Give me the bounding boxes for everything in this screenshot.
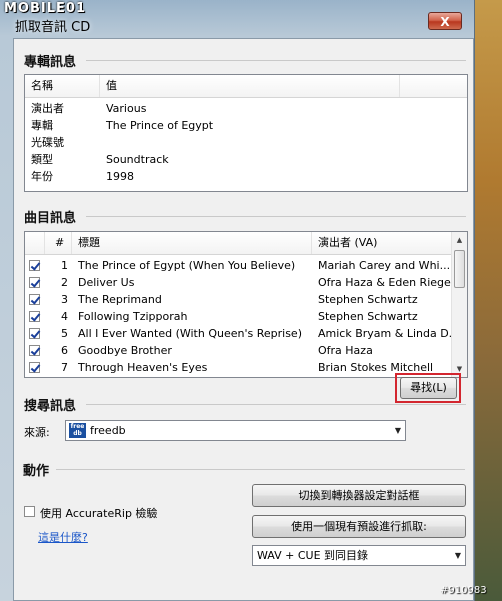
track-list[interactable]: # 標題 演出者 (VA) 1 The Prince of Egypt (Whe…: [24, 231, 468, 378]
track-number: 4: [61, 310, 68, 323]
album-field-value: Soundtrack: [106, 153, 169, 166]
track-checkbox[interactable]: [29, 345, 40, 356]
track-checkbox[interactable]: [29, 260, 40, 271]
album-divider: [86, 60, 466, 61]
column-header-name[interactable]: 名稱: [25, 75, 100, 97]
track-checkbox[interactable]: [29, 311, 40, 322]
track-number: 5: [61, 327, 68, 340]
album-field-name: 類型: [31, 153, 53, 166]
column-header-artist[interactable]: 演出者 (VA): [312, 232, 453, 254]
search-info-heading: 搜尋訊息: [24, 399, 77, 414]
column-header-empty: [400, 75, 467, 97]
album-field-name: 演出者: [31, 102, 64, 115]
track-artist: Stephen Schwartz: [318, 310, 418, 323]
track-number: 7: [61, 361, 68, 374]
search-divider: [86, 404, 466, 405]
actions-divider: [56, 469, 465, 470]
track-artist: Stephen Schwartz: [318, 293, 418, 306]
track-title: Following Tzipporah: [78, 310, 188, 323]
track-artist: Mariah Carey and Whi...: [318, 259, 451, 272]
track-list-header: # 標題 演出者 (VA): [25, 232, 453, 255]
album-field-value: The Prince of Egypt: [106, 119, 214, 132]
rip-cd-window: MOBILE01 抓取音訊 CD X 專輯訊息 名稱 值 演出者 Various…: [0, 0, 475, 601]
desktop-background: [472, 0, 502, 601]
help-link[interactable]: 這是什麼?: [38, 529, 88, 545]
track-checkbox[interactable]: [29, 362, 40, 373]
album-list-header: 名稱 值: [25, 75, 467, 98]
highlight-box: [395, 373, 461, 403]
track-title: The Prince of Egypt (When You Believe): [78, 259, 296, 272]
freedb-logo-icon: free db: [69, 423, 86, 438]
album-field-value: [100, 134, 400, 151]
column-header-number[interactable]: #: [45, 232, 72, 254]
track-divider: [86, 216, 466, 217]
track-number: 6: [61, 344, 68, 357]
actions-heading: 動作: [23, 464, 50, 479]
window-title: 抓取音訊 CD: [15, 20, 91, 35]
accuraterip-checkbox[interactable]: [24, 506, 35, 517]
title-bar[interactable]: MOBILE01 抓取音訊 CD X: [0, 0, 474, 36]
source-value: freedb: [90, 424, 126, 437]
track-title: All I Ever Wanted (With Queen's Reprise): [78, 327, 302, 340]
scroll-thumb[interactable]: [454, 250, 465, 288]
source-label: 來源:: [24, 426, 50, 439]
track-title: Through Heaven's Eyes: [78, 361, 208, 374]
track-number: 3: [61, 293, 68, 306]
track-list-scrollbar[interactable]: ▲ ▼: [451, 232, 467, 377]
album-info-list[interactable]: 名稱 值 演出者 Various 專輯 The Prince of Egypt …: [24, 74, 468, 192]
chevron-down-icon: ▼: [394, 426, 401, 435]
album-field-value: Various: [106, 102, 147, 115]
source-dropdown[interactable]: free db freedb ▼: [65, 420, 406, 441]
watermark-id: #910983: [440, 585, 487, 596]
preset-dropdown[interactable]: WAV + CUE 到同目錄 ▼: [252, 545, 466, 566]
track-info-heading: 曲目訊息: [24, 211, 77, 226]
mobile01-watermark-logo: MOBILE01: [4, 1, 86, 16]
chevron-down-icon: ▼: [454, 551, 461, 560]
rip-with-preset-button[interactable]: 使用一個現有預設進行抓取:: [252, 515, 466, 538]
track-checkbox[interactable]: [29, 277, 40, 288]
column-header-check[interactable]: [25, 232, 45, 254]
track-number: 1: [61, 259, 68, 272]
track-title: Deliver Us: [78, 276, 135, 289]
album-field-name: 光碟號: [31, 136, 64, 149]
track-checkbox[interactable]: [29, 294, 40, 305]
album-field-name: 專輯: [31, 119, 53, 132]
accuraterip-label[interactable]: 使用 AccurateRip 檢驗: [40, 505, 157, 521]
scroll-up-arrow-icon[interactable]: ▲: [452, 232, 467, 248]
track-artist: Ofra Haza & Eden Riegel: [318, 276, 452, 289]
track-checkbox[interactable]: [29, 328, 40, 339]
switch-converter-button[interactable]: 切換到轉換器設定對話框: [252, 484, 466, 507]
track-artist: Ofra Haza: [318, 344, 373, 357]
track-number: 2: [61, 276, 68, 289]
album-field-value: 1998: [106, 170, 134, 183]
column-header-title[interactable]: 標題: [72, 232, 312, 254]
column-header-value[interactable]: 值: [100, 75, 400, 97]
album-field-name: 年份: [31, 170, 53, 183]
preset-value: WAV + CUE 到同目錄: [257, 549, 369, 562]
track-title: Goodbye Brother: [78, 344, 172, 357]
track-title: The Reprimand: [78, 293, 162, 306]
track-artist: Amick Bryam & Linda D...: [318, 327, 452, 340]
album-info-heading: 專輯訊息: [24, 55, 77, 70]
close-button[interactable]: X: [428, 12, 462, 30]
